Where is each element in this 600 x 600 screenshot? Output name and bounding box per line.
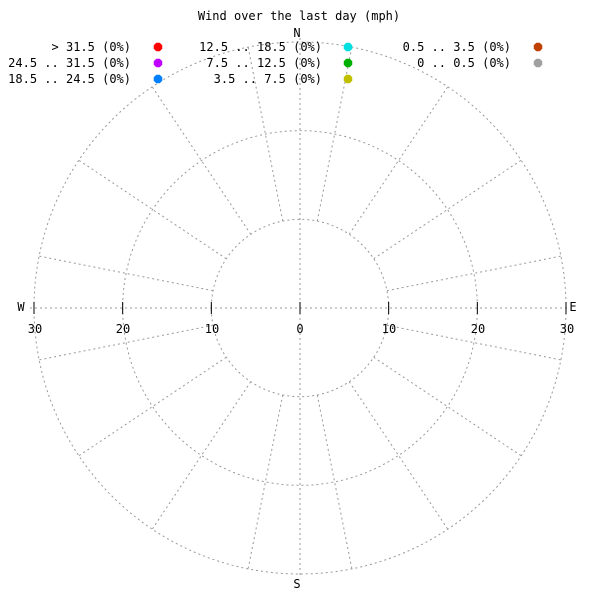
tick-label-right-middle: 20	[471, 322, 485, 336]
sector-spoke	[373, 159, 522, 260]
direction-label-west: W	[17, 300, 25, 314]
sector-spoke	[373, 356, 522, 457]
tick-label-left-middle: 20	[116, 322, 130, 336]
polar-grid	[30, 38, 570, 578]
direction-label-east: E	[569, 300, 576, 314]
tick-label-left-outer: 30	[28, 322, 42, 336]
sector-spoke	[348, 381, 449, 530]
tick-label-center: 0	[296, 322, 303, 336]
legend-label: > 31.5 (0%)	[52, 40, 131, 54]
wind-rose-chart: Wind over the last day (mph) > 31.5 (0%)…	[8, 9, 576, 591]
legend-label: 3.5 .. 7.5 (0%)	[214, 72, 322, 86]
direction-label-north: N	[293, 26, 300, 40]
sector-spoke	[348, 86, 449, 235]
legend-label: 12.5 .. 18.5 (0%)	[199, 40, 322, 54]
legend-label: 24.5 .. 31.5 (0%)	[8, 56, 131, 70]
legend-marker	[343, 42, 353, 52]
tick-label-right-inner: 10	[382, 322, 396, 336]
legend-marker	[153, 42, 163, 52]
sector-spoke	[247, 394, 284, 569]
legend-label: 0 .. 0.5 (0%)	[417, 56, 511, 70]
sector-spoke	[78, 356, 227, 457]
tick-label-left-inner: 10	[205, 322, 219, 336]
sector-spoke	[151, 381, 252, 530]
sector-spoke	[386, 255, 561, 292]
legend: > 31.5 (0%) 24.5 .. 31.5 (0%) 18.5 .. 24.5…	[8, 40, 543, 86]
legend-marker	[343, 74, 353, 84]
chart-title: Wind over the last day (mph)	[198, 9, 400, 23]
legend-marker	[533, 42, 543, 52]
direction-label-south: S	[293, 577, 300, 591]
legend-marker	[153, 58, 163, 68]
legend-label: 18.5 .. 24.5 (0%)	[8, 72, 131, 86]
legend-marker	[343, 58, 353, 68]
legend-marker	[153, 74, 163, 84]
tick-label-right-outer: 30	[560, 322, 574, 336]
legend-label: 7.5 .. 12.5 (0%)	[206, 56, 322, 70]
legend-label: 0.5 .. 3.5 (0%)	[403, 40, 511, 54]
sector-spoke	[316, 394, 353, 569]
legend-marker	[533, 58, 543, 68]
